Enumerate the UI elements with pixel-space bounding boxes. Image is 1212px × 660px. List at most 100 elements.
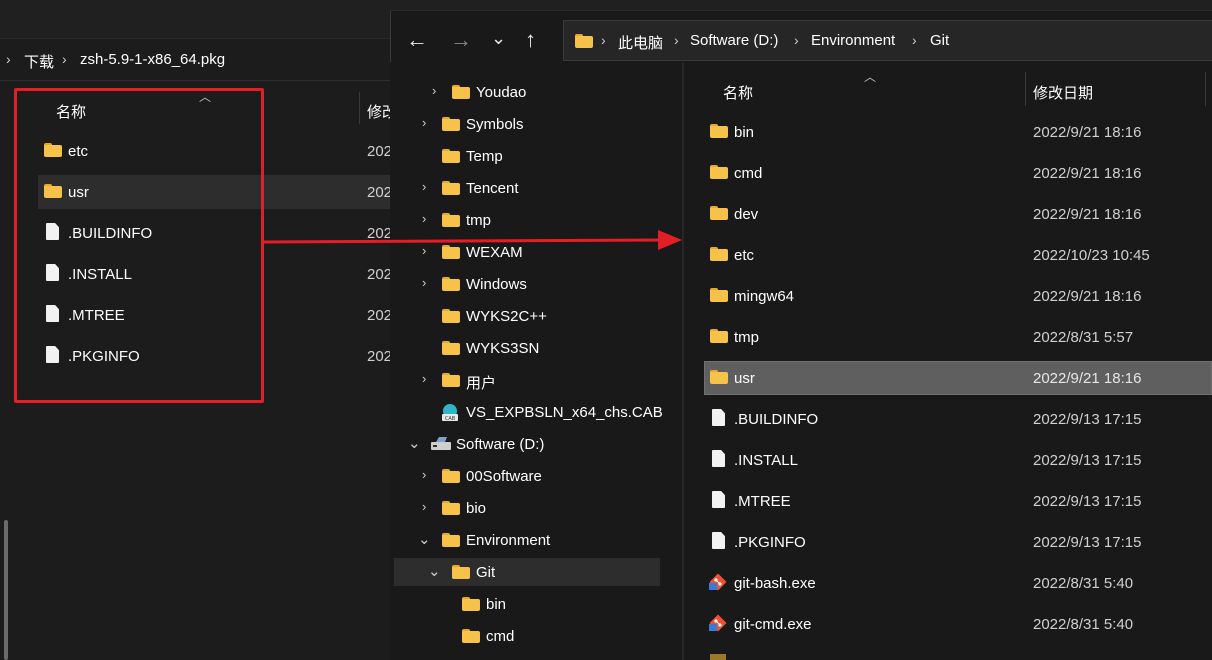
breadcrumb-chevron-icon[interactable]: › <box>794 32 799 48</box>
file-name: .MTREE <box>734 493 791 510</box>
folder-icon <box>442 181 460 195</box>
chevron-right-icon[interactable]: › <box>422 211 426 226</box>
list-item[interactable]: cmd 2022/9/21 18:16 <box>704 156 1212 190</box>
tree-item-label: Environment <box>466 532 551 549</box>
chevron-down-icon[interactable]: ⌄ <box>408 434 421 452</box>
file-date: 2022/9/21 18:16 <box>1033 288 1142 305</box>
tree-item[interactable]: › 用户 <box>394 364 660 396</box>
breadcrumb-chevron-icon[interactable]: › <box>674 32 679 48</box>
tree-item-selected[interactable]: ⌄ Git <box>394 558 660 586</box>
folder-icon <box>442 117 460 131</box>
breadcrumb-chevron-icon: › <box>6 51 11 67</box>
tree-item[interactable]: › Youdao <box>394 76 660 108</box>
file-name: tmp <box>734 329 760 346</box>
chevron-right-icon[interactable]: › <box>422 499 426 514</box>
folder-icon <box>462 629 480 643</box>
tree-item[interactable]: › Windows <box>394 268 660 300</box>
breadcrumb-item-git[interactable]: Git <box>930 32 949 49</box>
tree-item[interactable]: CAB VS_EXPBSLN_x64_chs.CAB <box>394 396 663 428</box>
left-breadcrumb-bar[interactable]: › 下载 › zsh-5.9-1-x86_64.pkg <box>0 40 390 81</box>
chevron-right-icon[interactable]: › <box>422 467 426 482</box>
folder-icon <box>710 288 728 302</box>
folder-icon <box>710 124 728 138</box>
column-divider[interactable] <box>1025 72 1026 106</box>
back-arrow-icon[interactable]: ← <box>406 29 428 51</box>
column-header-name[interactable]: 名称 <box>723 82 753 103</box>
left-toolbar <box>0 0 390 39</box>
address-bar[interactable]: › 此电脑 › Software (D:) › Environment › Gi… <box>563 20 1212 61</box>
forward-arrow-icon[interactable]: → <box>450 29 472 51</box>
list-item[interactable]: .MTREE 2022/9/13 17:15 <box>704 484 1212 518</box>
column-divider[interactable] <box>1205 72 1206 106</box>
list-item[interactable]: .PKGINFO 2022/9/13 17:15 <box>704 525 1212 559</box>
list-item[interactable]: tmp 2022/8/31 5:57 <box>704 320 1212 354</box>
list-item[interactable]: git-cmd.exe 2022/8/31 5:40 <box>704 607 1212 641</box>
list-item[interactable]: dev 2022/9/21 18:16 <box>704 197 1212 231</box>
history-chevron-icon[interactable]: ⌄ <box>491 27 506 49</box>
tree-item[interactable]: › Tencent <box>394 172 660 204</box>
tree-item[interactable]: cmd <box>394 620 660 652</box>
sort-ascending-icon: ︿ <box>864 70 877 84</box>
tree-item[interactable]: › bio <box>394 492 660 524</box>
file-date: 2022/8/31 5:57 <box>1033 329 1134 346</box>
tree-item[interactable]: ⌄ Software (D:) <box>394 428 660 460</box>
tree-item[interactable]: WYKS3SN <box>394 332 660 364</box>
right-title-bar <box>390 0 1212 11</box>
breadcrumb-item-pkg[interactable]: zsh-5.9-1-x86_64.pkg <box>80 51 225 68</box>
tree-item-label: Youdao <box>476 84 527 101</box>
chevron-right-icon[interactable]: › <box>422 179 426 194</box>
chevron-right-icon[interactable]: › <box>422 275 426 290</box>
tree-item-label: tmp <box>466 212 492 229</box>
chevron-right-icon[interactable]: › <box>422 371 426 386</box>
breadcrumb-item-environment[interactable]: Environment <box>811 32 895 49</box>
tree-item[interactable]: › Symbols <box>394 108 660 140</box>
list-item[interactable]: .BUILDINFO 2022/9/13 17:15 <box>704 402 1212 436</box>
breadcrumb-item-drive[interactable]: Software (D:) <box>690 32 778 49</box>
chevron-right-icon[interactable]: › <box>422 115 426 130</box>
column-divider[interactable] <box>359 92 360 124</box>
folder-icon <box>442 309 460 323</box>
folder-icon <box>442 341 460 355</box>
folder-icon <box>710 370 728 384</box>
file-date: 2022/9/13 17:15 <box>1033 493 1142 510</box>
breadcrumb-item-downloads[interactable]: 下载 <box>24 51 54 72</box>
tree-item[interactable]: WYKS2C++ <box>394 300 660 332</box>
folder-icon <box>575 34 593 48</box>
pane-splitter[interactable] <box>682 62 684 660</box>
chevron-down-icon[interactable]: ⌄ <box>428 562 441 580</box>
folder-icon <box>442 149 460 163</box>
file-name: dev <box>734 206 759 223</box>
breadcrumb-item-this-pc[interactable]: 此电脑 <box>618 32 663 53</box>
up-arrow-icon[interactable]: ↑ <box>525 29 536 51</box>
left-scrollbar-thumb[interactable] <box>4 520 8 660</box>
column-header-modified[interactable]: 修改日期 <box>1033 82 1093 103</box>
list-item[interactable]: mingw64 2022/9/21 18:16 <box>704 279 1212 313</box>
list-item[interactable]: git-bash.exe 2022/8/31 5:40 <box>704 566 1212 600</box>
file-date: 2022/9/13 17:15 <box>1033 452 1142 469</box>
file-name: .BUILDINFO <box>734 411 819 428</box>
chevron-down-icon[interactable]: ⌄ <box>418 530 431 548</box>
tree-item[interactable]: Temp <box>394 140 660 172</box>
file-icon <box>712 450 725 467</box>
tree-item[interactable]: ⌄ Environment <box>394 524 660 556</box>
tree-item-label: Software (D:) <box>456 436 545 453</box>
list-item[interactable]: .INSTALL 2022/9/13 17:15 <box>704 443 1212 477</box>
folder-icon <box>710 329 728 343</box>
tree-item[interactable]: bin <box>394 588 660 620</box>
git-bash-icon <box>709 573 727 591</box>
list-item[interactable]: etc 2022/10/23 10:45 <box>704 238 1212 272</box>
breadcrumb-chevron-icon[interactable]: › <box>601 32 606 48</box>
drive-icon <box>431 437 451 450</box>
breadcrumb-chevron-icon[interactable]: › <box>912 32 917 48</box>
tree-item[interactable]: › 00Software <box>394 460 660 492</box>
tree-item-label: Git <box>476 564 496 581</box>
list-item[interactable]: bin 2022/9/21 18:16 <box>704 115 1212 149</box>
file-date: 202 <box>367 184 393 201</box>
file-name: git-bash.exe <box>734 575 816 592</box>
tree-item-label: bio <box>466 500 487 517</box>
list-item-selected[interactable]: usr 2022/9/21 18:16 <box>704 361 1212 395</box>
file-date: 202 <box>367 266 393 283</box>
chevron-right-icon[interactable]: › <box>432 83 436 98</box>
folder-icon <box>442 213 460 227</box>
file-name: cmd <box>734 165 763 182</box>
